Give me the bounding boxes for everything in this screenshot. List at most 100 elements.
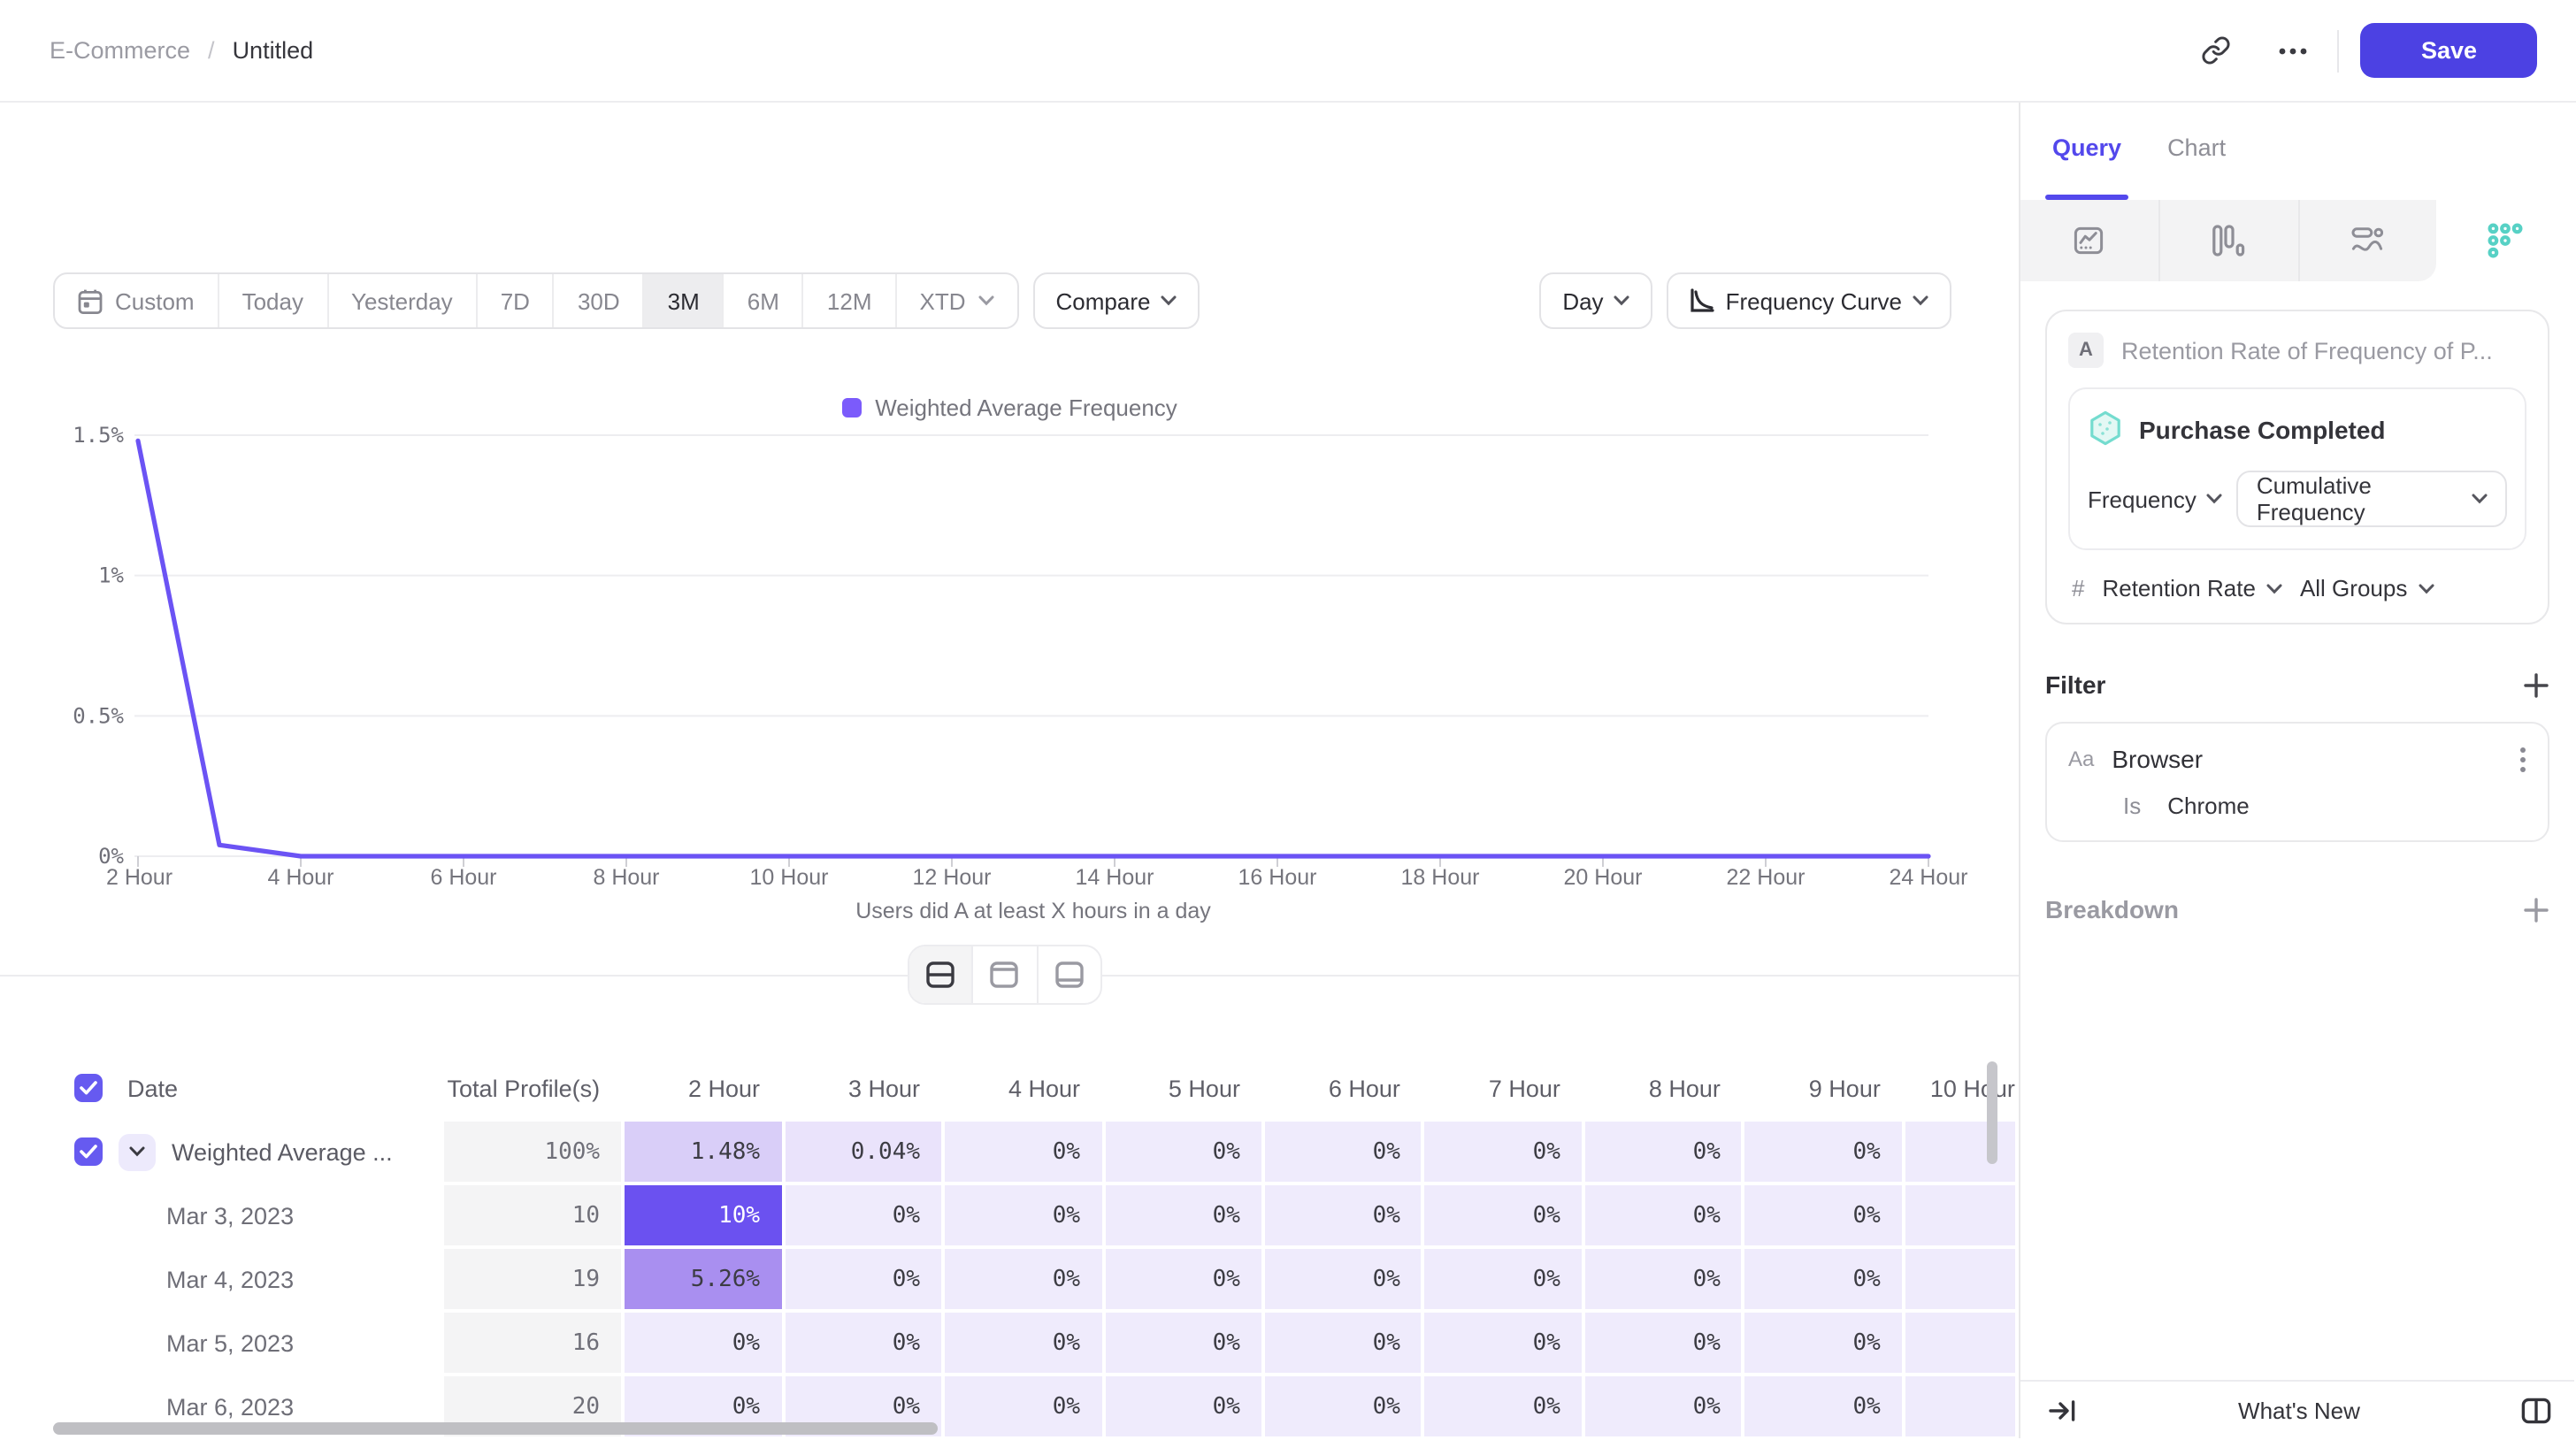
- report-type-funnels[interactable]: [2160, 200, 2300, 281]
- chevron-down-icon: [2472, 494, 2488, 504]
- range-label: Yesterday: [351, 287, 453, 314]
- row-label: Weighted Average ...: [172, 1138, 393, 1165]
- retention-value-cell: [1905, 1122, 2015, 1182]
- measure-label: Retention Rate: [2102, 575, 2255, 601]
- frequency-dropdown[interactable]: Frequency: [2088, 486, 2223, 512]
- event-hexagon-icon: [2088, 410, 2123, 448]
- add-breakdown-button[interactable]: [2523, 896, 2549, 923]
- query-title-input[interactable]: Retention Rate of Frequency of P...: [2121, 337, 2493, 364]
- retention-value-cell: [1905, 1313, 2015, 1373]
- filter-operator[interactable]: Is: [2123, 793, 2141, 819]
- filter-options-button[interactable]: [2519, 746, 2526, 772]
- filter-value[interactable]: Chrome: [2167, 793, 2250, 819]
- column-header-7-hour[interactable]: 7 Hour: [1425, 1058, 1582, 1118]
- retention-value-cell: 0%: [1585, 1122, 1742, 1182]
- split-columns-icon[interactable]: [2521, 1397, 2551, 1423]
- event-name[interactable]: Purchase Completed: [2139, 415, 2386, 443]
- report-type-flows[interactable]: [2299, 200, 2437, 281]
- svg-text:12 Hour: 12 Hour: [913, 865, 992, 890]
- filter-property[interactable]: Browser: [2112, 745, 2203, 773]
- chart-view-toggle[interactable]: [974, 946, 1039, 1003]
- column-header-2-hour[interactable]: 2 Hour: [625, 1058, 781, 1118]
- column-header-9-hour[interactable]: 9 Hour: [1745, 1058, 1902, 1118]
- chart-view-selector[interactable]: Frequency Curve: [1668, 272, 1951, 329]
- range-6m[interactable]: 6M: [724, 274, 804, 327]
- range-label: Today: [242, 287, 303, 314]
- breakdown-table: DateTotal Profile(s)2 Hour3 Hour4 Hour5 …: [0, 1054, 2019, 1438]
- event-card[interactable]: Purchase Completed Frequency Cumulative …: [2068, 387, 2526, 550]
- range-xtd[interactable]: XTD: [897, 274, 1017, 327]
- column-header-8-hour[interactable]: 8 Hour: [1585, 1058, 1742, 1118]
- retention-value-cell: 0%: [1265, 1122, 1422, 1182]
- chart-view-label: Frequency Curve: [1726, 287, 1902, 314]
- chevron-down-icon: [2418, 583, 2434, 594]
- total-profiles-cell: 100%: [444, 1122, 621, 1182]
- report-type-retention[interactable]: [2437, 200, 2575, 281]
- select-all-checkbox[interactable]: [74, 1074, 103, 1102]
- report-main-area: Custom Today Yesterday 7D30D3M6M12MXTD Comp…: [0, 103, 2019, 1438]
- row-date: Mar 5, 2023: [166, 1329, 294, 1356]
- range-custom[interactable]: Custom: [55, 274, 219, 327]
- column-header-3-hour[interactable]: 3 Hour: [785, 1058, 941, 1118]
- retention-value-cell: 0%: [1745, 1122, 1902, 1182]
- tab-query[interactable]: Query: [2052, 134, 2121, 200]
- breadcrumb-project[interactable]: E-Commerce: [50, 37, 190, 64]
- table-vertical-scrollbar[interactable]: [1987, 1061, 1997, 1164]
- range-30d[interactable]: 30D: [555, 274, 645, 327]
- breakdown-section-header: Breakdown: [2045, 895, 2549, 923]
- add-filter-button[interactable]: [2523, 671, 2549, 698]
- layout-toggle-group: [908, 945, 1102, 1005]
- breadcrumb: E-Commerce / Untitled: [50, 37, 313, 64]
- total-profiles-cell: 19: [444, 1249, 621, 1309]
- whats-new-link[interactable]: What's New: [2077, 1397, 2521, 1423]
- column-header-4-hour[interactable]: 4 Hour: [945, 1058, 1101, 1118]
- tab-chart[interactable]: Chart: [2167, 134, 2226, 200]
- groups-dropdown[interactable]: All Groups: [2300, 575, 2434, 601]
- column-header-10-hour[interactable]: 10 Hour: [1905, 1058, 2015, 1118]
- save-button[interactable]: Save: [2361, 23, 2537, 78]
- total-profiles-cell: 16: [444, 1313, 621, 1373]
- range-12m[interactable]: 12M: [804, 274, 897, 327]
- chevron-down-icon: [978, 295, 994, 306]
- table-view-toggle[interactable]: [1038, 946, 1100, 1003]
- report-type-insights[interactable]: [2020, 200, 2160, 281]
- svg-text:6 Hour: 6 Hour: [430, 865, 496, 890]
- column-header-6-hour[interactable]: 6 Hour: [1265, 1058, 1422, 1118]
- retention-value-cell: 0%: [945, 1313, 1101, 1373]
- range-7d[interactable]: 7D: [478, 274, 555, 327]
- retention-value-cell: 0%: [1585, 1185, 1742, 1245]
- row-checkbox[interactable]: [74, 1137, 103, 1166]
- query-card: A Retention Rate of Frequency of P...: [2045, 310, 2549, 624]
- column-header-total-profile-s-[interactable]: Total Profile(s): [444, 1058, 621, 1118]
- series-badge: A: [2068, 333, 2104, 368]
- app-window: E-Commerce / Untitled Save: [0, 0, 2576, 1440]
- range-today[interactable]: Today: [219, 274, 328, 327]
- compare-button[interactable]: Compare: [1033, 272, 1200, 329]
- chart-view-icon: [990, 961, 1020, 989]
- column-header-date[interactable]: Date: [60, 1058, 441, 1118]
- total-profiles-cell: 10: [444, 1185, 621, 1245]
- retention-value-cell: 0%: [1745, 1313, 1902, 1373]
- frequency-curve-chart[interactable]: 1.5%1%0.5%0%2 Hour4 Hour6 Hour8 Hour10 H…: [0, 421, 2019, 952]
- cumulative-frequency-dropdown[interactable]: Cumulative Frequency: [2237, 471, 2507, 527]
- chevron-down-icon: [1614, 295, 1630, 306]
- range-yesterday[interactable]: Yesterday: [328, 274, 478, 327]
- chevron-down-icon: [2266, 583, 2282, 594]
- svg-text:0.5%: 0.5%: [73, 703, 124, 728]
- table-horizontal-scrollbar[interactable]: [53, 1422, 938, 1435]
- split-view-toggle[interactable]: [909, 946, 974, 1003]
- granularity-button[interactable]: Day: [1539, 272, 1652, 329]
- range-3m[interactable]: 3M: [645, 274, 724, 327]
- more-options-button[interactable]: [2267, 24, 2320, 77]
- filter-heading: Filter: [2045, 670, 2105, 699]
- retention-value-cell: 0%: [1745, 1376, 1902, 1436]
- retention-value-cell: 0%: [1265, 1185, 1422, 1245]
- collapse-panel-button[interactable]: [2049, 1397, 2077, 1423]
- row-date: Mar 6, 2023: [166, 1393, 294, 1420]
- measure-dropdown[interactable]: Retention Rate: [2102, 575, 2281, 601]
- column-header-5-hour[interactable]: 5 Hour: [1105, 1058, 1261, 1118]
- retention-value-cell: [1905, 1185, 2015, 1245]
- report-title[interactable]: Untitled: [233, 37, 314, 64]
- copy-link-button[interactable]: [2189, 24, 2242, 77]
- expand-row-button[interactable]: [119, 1133, 156, 1170]
